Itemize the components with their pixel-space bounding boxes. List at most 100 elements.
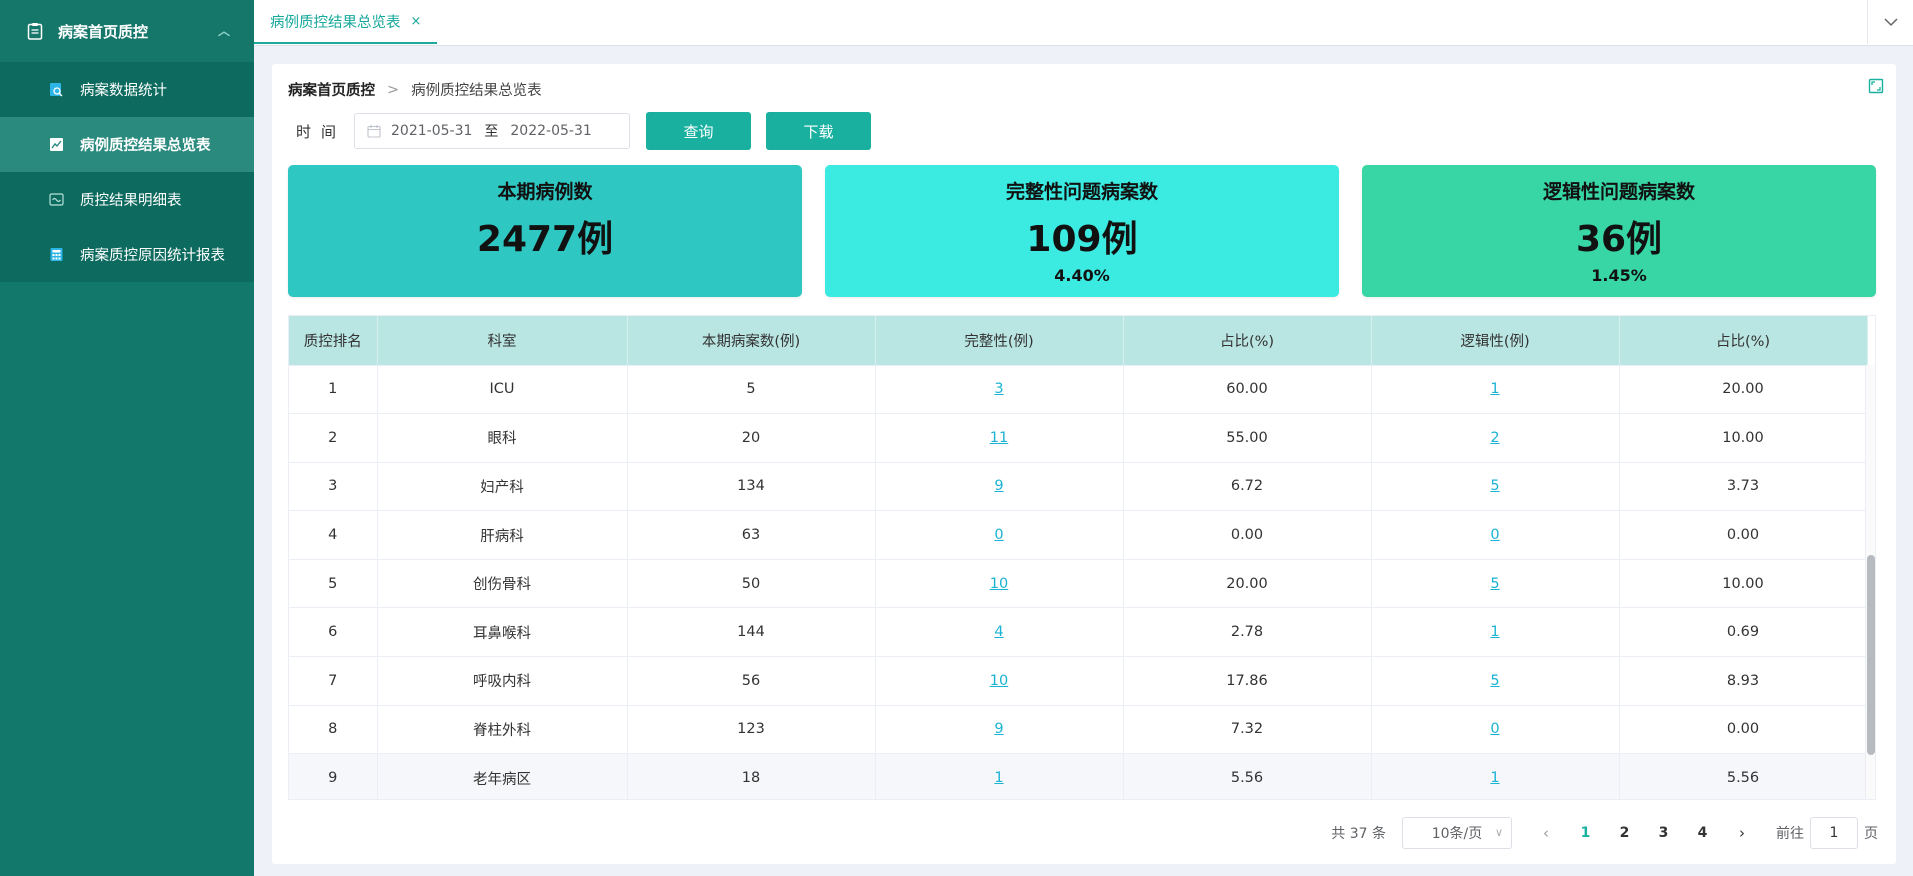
page-unit-label: 页 (1864, 826, 1878, 842)
tab-dropdown-button[interactable] (1867, 0, 1913, 44)
table-cell: 1 (1371, 753, 1620, 799)
completeness-count-link[interactable]: 11 (990, 430, 1008, 446)
completeness-count-link[interactable]: 10 (990, 576, 1008, 592)
chevron-up-icon[interactable]: ︿ (218, 22, 230, 39)
table-cell: 2.78 (1123, 607, 1372, 657)
logic-count-link[interactable]: 5 (1490, 673, 1499, 689)
table-cell: 7 (289, 656, 378, 706)
table-cell: 10 (875, 656, 1124, 706)
column-header[interactable]: 科室 (377, 316, 628, 365)
stat-title: 本期病例数 (497, 181, 593, 203)
logic-count-link[interactable]: 5 (1490, 576, 1499, 592)
table-cell: 0.69 (1619, 607, 1868, 657)
table-cell: 1 (289, 364, 378, 414)
page-button[interactable]: 1 (1566, 825, 1605, 841)
table-cell: 5 (627, 364, 876, 414)
logic-count-link[interactable]: 0 (1490, 721, 1499, 737)
sidebar-item-label: 病例质控结果总览表 (80, 138, 211, 154)
sidebar-menu: 病案数据统计 病例质控结果总览表 质控结果明细表 病案质控原因统计报表 (0, 62, 254, 282)
completeness-count-link[interactable]: 1 (994, 770, 1003, 786)
table-cell: 11 (875, 413, 1124, 463)
page-button[interactable]: 3 (1644, 825, 1683, 841)
table-cell: 18 (627, 753, 876, 799)
column-header[interactable]: 占比(%) (1619, 316, 1868, 365)
completeness-count-link[interactable]: 9 (994, 478, 1003, 494)
breadcrumb-separator: > (387, 81, 400, 98)
table-cell: 134 (627, 461, 876, 511)
sidebar-item-label: 病案质控原因统计报表 (80, 248, 225, 264)
sidebar-item-data-stats[interactable]: 病案数据统计 (0, 62, 254, 117)
sidebar-item-overview[interactable]: 病例质控结果总览表 (0, 117, 254, 172)
sidebar-item-detail[interactable]: 质控结果明细表 (0, 172, 254, 227)
table-cell: 妇产科 (377, 461, 628, 511)
next-page-button[interactable]: › (1722, 824, 1762, 842)
close-icon[interactable]: × (411, 14, 422, 29)
table-cell: 5.56 (1123, 753, 1372, 799)
completeness-count-link[interactable]: 10 (990, 673, 1008, 689)
table-cell: 0.00 (1619, 704, 1868, 754)
table-cell: 老年病区 (377, 753, 628, 799)
completeness-count-link[interactable]: 3 (994, 381, 1003, 397)
completeness-count-link[interactable]: 4 (994, 624, 1003, 640)
completeness-count-link[interactable]: 0 (994, 527, 1003, 543)
stat-card-logic: 逻辑性问题病案数 36例 1.45% (1362, 165, 1876, 297)
table-cell: 9 (289, 753, 378, 799)
table-cell: 0 (1371, 704, 1620, 754)
goto-label: 前往 (1776, 826, 1804, 842)
range-separator: 至 (484, 124, 499, 140)
table-cell: 0.00 (1123, 510, 1372, 560)
table-cell: 耳鼻喉科 (377, 607, 628, 657)
query-button[interactable]: 查询 (646, 112, 752, 150)
chevron-down-icon (1883, 13, 1898, 31)
logic-count-link[interactable]: 1 (1490, 624, 1499, 640)
sidebar-header[interactable]: 病案首页质控 ︿ (0, 0, 254, 62)
table-row: 4 肝病科 63 0 0.00 0 0.00 (289, 510, 1868, 560)
sidebar-item-reason-report[interactable]: 病案质控原因统计报表 (0, 227, 254, 282)
logic-count-link[interactable]: 2 (1490, 430, 1499, 446)
page-button[interactable]: 4 (1683, 825, 1722, 841)
logic-count-link[interactable]: 5 (1490, 478, 1499, 494)
start-date-input[interactable]: 2021-05-31 (391, 123, 472, 139)
vertical-scrollbar[interactable] (1865, 365, 1875, 799)
end-date-input[interactable]: 2022-05-31 (510, 123, 591, 139)
table-row: 7 呼吸内科 56 10 17.86 5 8.93 (289, 656, 1868, 706)
page-button[interactable]: 2 (1605, 825, 1644, 841)
stat-card-completeness: 完整性问题病案数 109例 4.40% (825, 165, 1339, 297)
table-cell: 肝病科 (377, 510, 628, 560)
table-cell: 9 (875, 461, 1124, 511)
fullscreen-icon[interactable] (1868, 78, 1886, 96)
table-cell: 0 (875, 510, 1124, 560)
table-cell: 脊柱外科 (377, 704, 628, 754)
date-range-picker[interactable]: 2021-05-31 至 2022-05-31 (354, 113, 631, 149)
logic-count-link[interactable]: 1 (1490, 770, 1499, 786)
logic-count-link[interactable]: 0 (1490, 527, 1499, 543)
scrollbar-thumb[interactable] (1867, 555, 1875, 755)
goto-page-input[interactable]: 1 (1810, 817, 1858, 849)
column-header[interactable]: 本期病案数(例) (627, 316, 876, 365)
logic-count-link[interactable]: 1 (1490, 381, 1499, 397)
table-cell: 3 (875, 364, 1124, 414)
table-row: 6 耳鼻喉科 144 4 2.78 1 0.69 (289, 607, 1868, 657)
table-cell: 8.93 (1619, 656, 1868, 706)
table-cell: 6.72 (1123, 461, 1372, 511)
table-cell: 50 (627, 558, 876, 608)
page-size-select[interactable]: 10条/页 ∨ (1402, 817, 1512, 849)
table-cell: 4 (289, 510, 378, 560)
breadcrumb-parent[interactable]: 病案首页质控 (288, 79, 375, 100)
chart-doc-icon (48, 137, 64, 153)
tab-overview[interactable]: 病例质控结果总览表 × (254, 0, 438, 44)
stats-row: 本期病例数 2477例 完整性问题病案数 109例 4.40% 逻辑性问题病案数… (288, 165, 1876, 297)
column-header[interactable]: 占比(%) (1123, 316, 1372, 365)
sidebar: 病案首页质控 ︿ 病案数据统计 病例质控结果总览表 质控结果明细表 病案质控原因… (0, 0, 254, 876)
table-cell: 56 (627, 656, 876, 706)
completeness-count-link[interactable]: 9 (994, 721, 1003, 737)
table-row: 1 ICU 5 3 60.00 1 20.00 (289, 364, 1868, 414)
column-header[interactable]: 完整性(例) (875, 316, 1124, 365)
table-cell: 4 (875, 607, 1124, 657)
column-header[interactable]: 质控排名 (289, 316, 378, 365)
table-row: 3 妇产科 134 9 6.72 5 3.73 (289, 461, 1868, 511)
table-cell: 2 (289, 413, 378, 463)
download-button[interactable]: 下载 (766, 112, 872, 150)
column-header[interactable]: 逻辑性(例) (1371, 316, 1620, 365)
prev-page-button[interactable]: ‹ (1526, 824, 1566, 842)
